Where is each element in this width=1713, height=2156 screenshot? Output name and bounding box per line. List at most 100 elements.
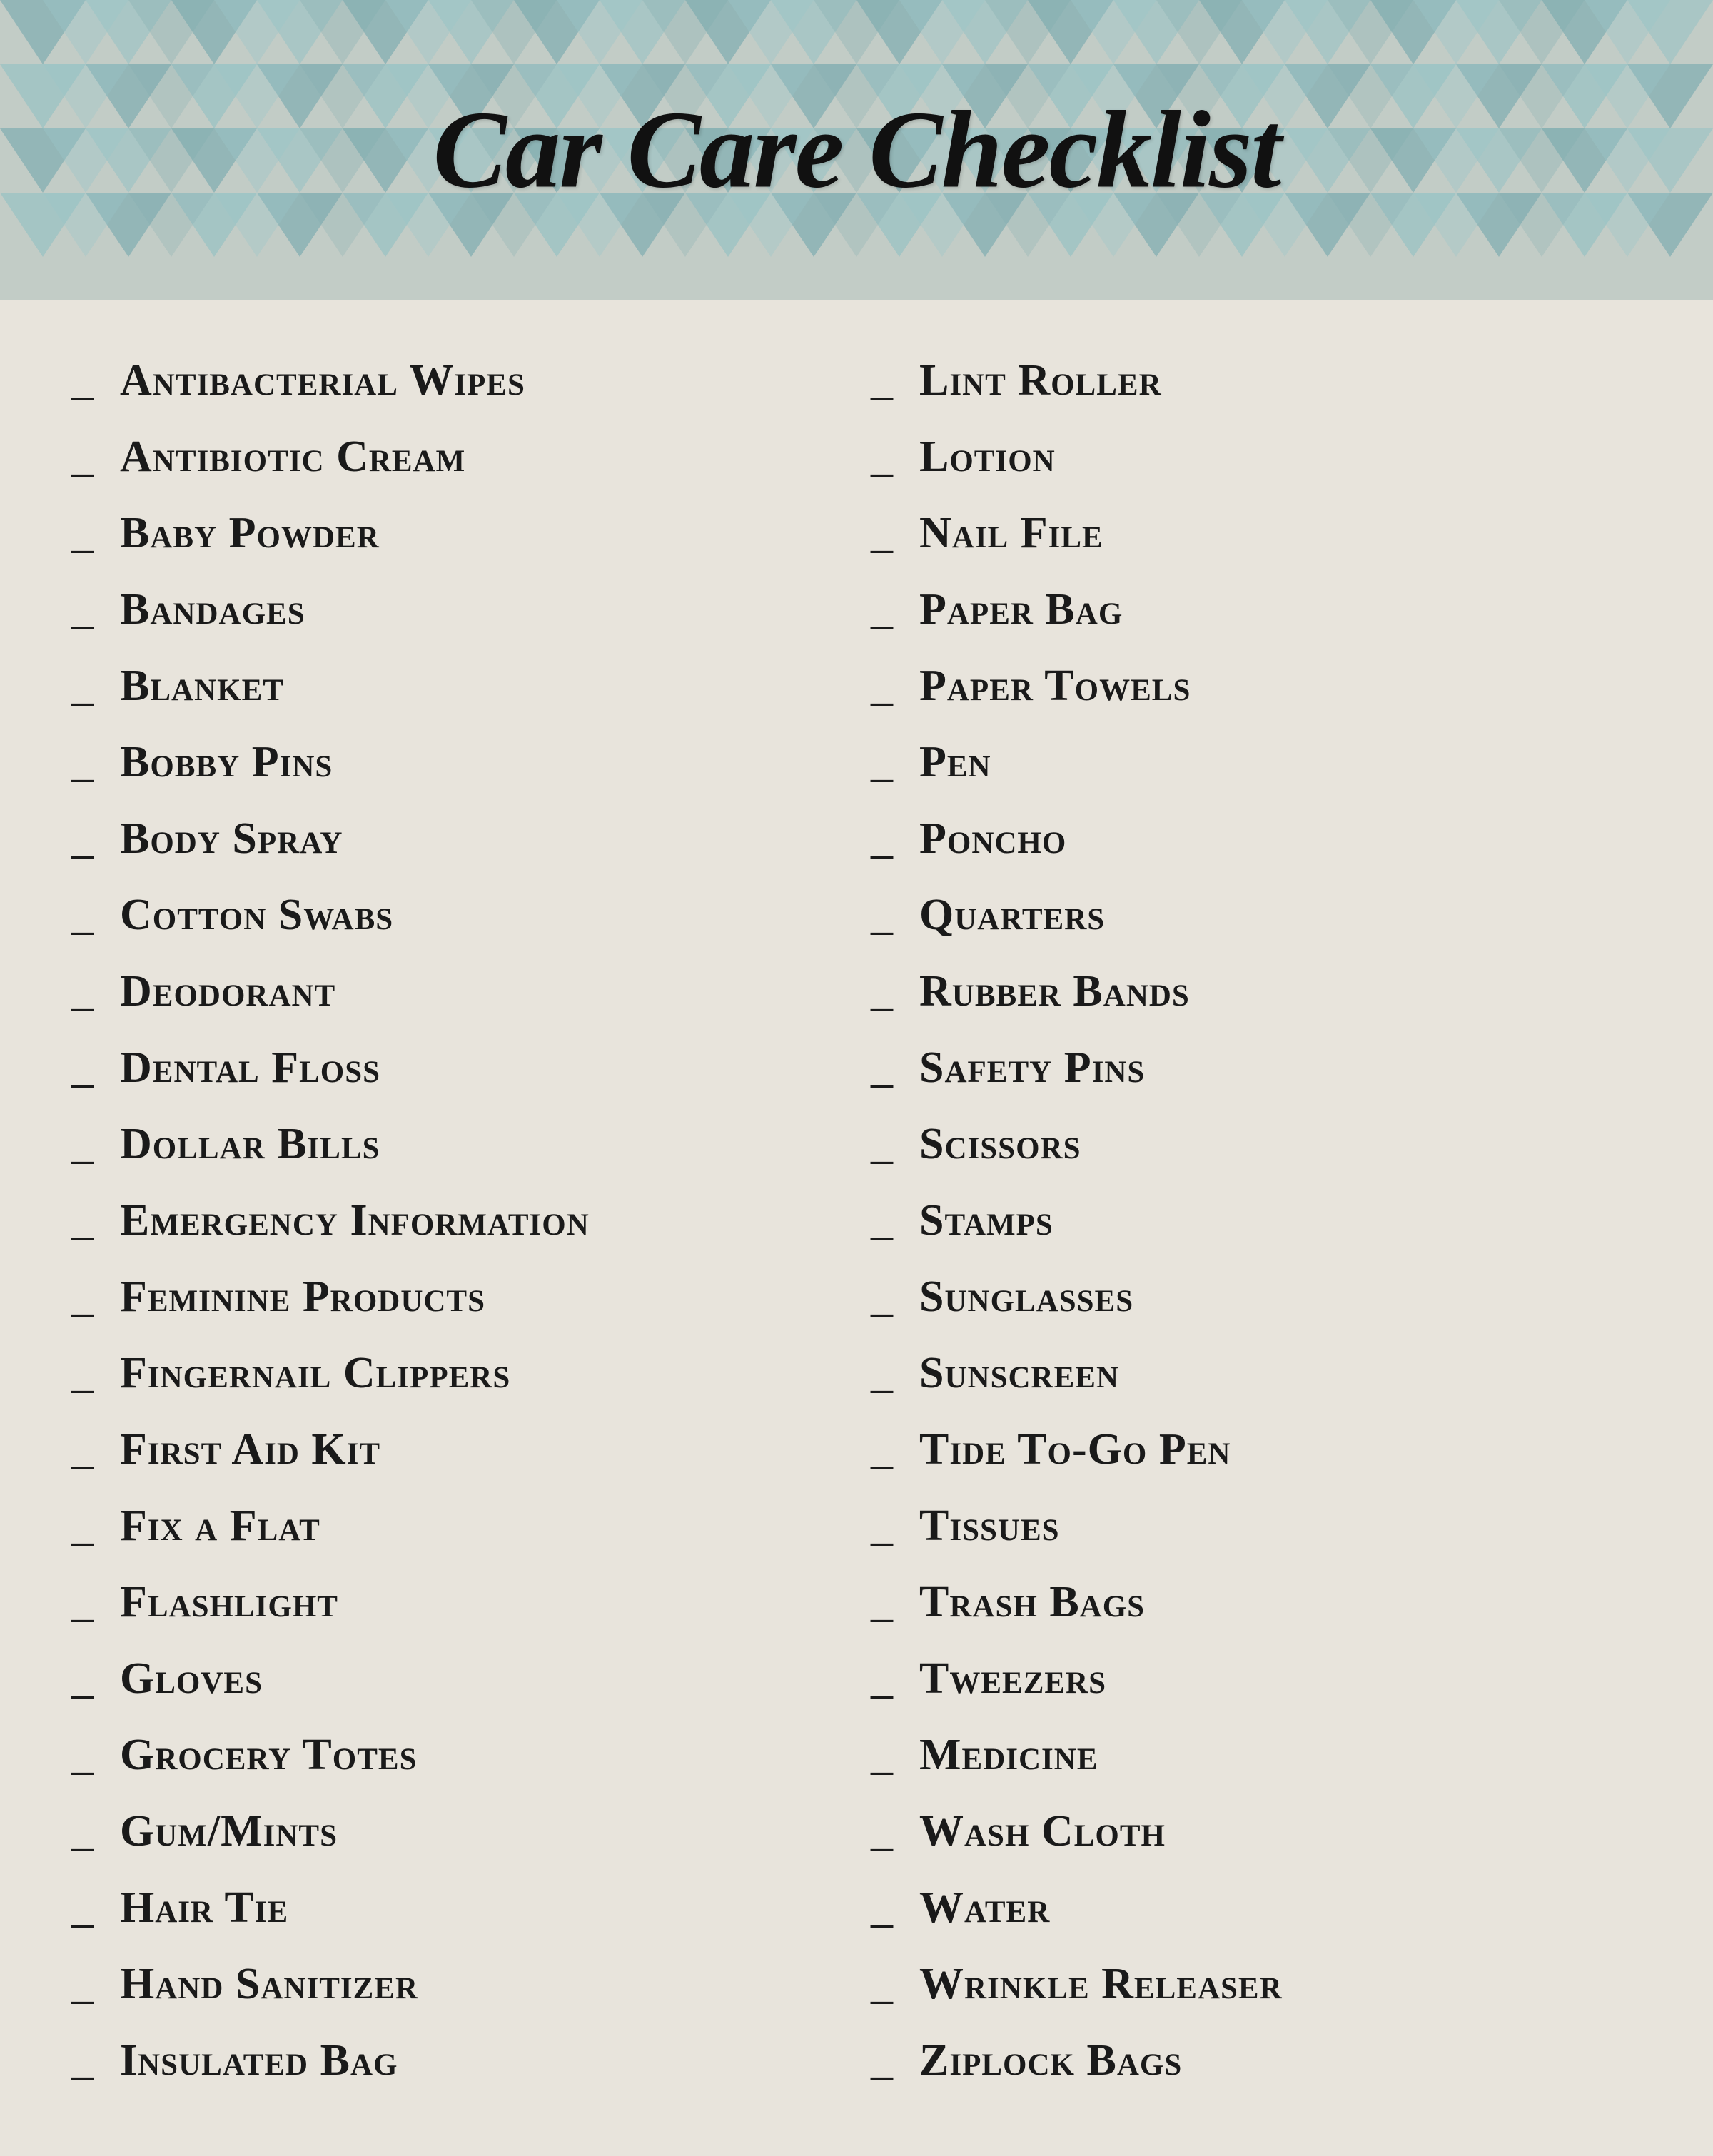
checkbox-placeholder[interactable]: _ — [871, 893, 914, 937]
item-label: Sunglasses — [919, 1272, 1133, 1322]
checkbox-placeholder[interactable]: _ — [871, 2038, 914, 2082]
checkbox-placeholder[interactable]: _ — [71, 1198, 114, 1243]
checkbox-placeholder[interactable]: _ — [71, 1046, 114, 1090]
item-label: Grocery Totes — [120, 1730, 418, 1781]
item-label: Hair Tie — [120, 1883, 288, 1933]
item-label: Blanket — [120, 661, 284, 712]
checkbox-placeholder[interactable]: _ — [871, 1504, 914, 1548]
checkbox-placeholder[interactable]: _ — [71, 1656, 114, 1701]
checkbox-placeholder[interactable]: _ — [871, 1886, 914, 1930]
checkbox-placeholder[interactable]: _ — [71, 435, 114, 479]
checkbox-placeholder[interactable]: _ — [71, 1962, 114, 2006]
left-column: _ Antibacterial Wipes_ Antibiotic Cream_… — [57, 343, 856, 2099]
checkbox-placeholder[interactable]: _ — [71, 1351, 114, 1395]
checkbox-placeholder[interactable]: _ — [71, 1275, 114, 1319]
item-label: Sunscreen — [919, 1348, 1119, 1399]
checkbox-placeholder[interactable]: _ — [871, 1122, 914, 1166]
item-label: Hand Sanitizer — [120, 1959, 418, 2010]
list-item: _ Poncho — [856, 801, 1656, 877]
checkbox-placeholder[interactable]: _ — [71, 816, 114, 861]
list-item: _ Scissors — [856, 1106, 1656, 1183]
list-item: _ Dollar Bills — [57, 1106, 856, 1183]
item-label: Poncho — [919, 814, 1066, 864]
list-item: _ Fingernail Clippers — [57, 1335, 856, 1412]
item-label: Emergency Information — [120, 1195, 590, 1246]
checkbox-placeholder[interactable]: _ — [71, 358, 114, 403]
item-label: Antibiotic Cream — [120, 432, 465, 482]
checkbox-placeholder[interactable]: _ — [71, 1580, 114, 1624]
checkbox-placeholder[interactable]: _ — [71, 893, 114, 937]
checkbox-placeholder[interactable]: _ — [71, 587, 114, 632]
checkbox-placeholder[interactable]: _ — [71, 1733, 114, 1777]
list-item: _ Fix a Flat — [57, 1488, 856, 1564]
checkbox-placeholder[interactable]: _ — [71, 1122, 114, 1166]
list-item: _ Deodorant — [57, 953, 856, 1030]
checkbox-placeholder[interactable]: _ — [871, 969, 914, 1013]
list-item: _ Dental Floss — [57, 1030, 856, 1106]
checkbox-placeholder[interactable]: _ — [871, 664, 914, 708]
checkbox-placeholder[interactable]: _ — [871, 1733, 914, 1777]
item-label: Flashlight — [120, 1577, 338, 1628]
item-label: Insulated Bag — [120, 2035, 398, 2086]
list-item: _ Paper Towels — [856, 648, 1656, 724]
list-item: _ Paper Bag — [856, 572, 1656, 648]
checkbox-placeholder[interactable]: _ — [871, 1809, 914, 1853]
checkbox-placeholder[interactable]: _ — [71, 2038, 114, 2082]
list-item: _ Tissues — [856, 1488, 1656, 1564]
checkbox-placeholder[interactable]: _ — [871, 1046, 914, 1090]
checkbox-placeholder[interactable]: _ — [871, 1198, 914, 1243]
item-label: Tweezers — [919, 1654, 1106, 1704]
checkbox-placeholder[interactable]: _ — [871, 1427, 914, 1472]
item-label: Trash Bags — [919, 1577, 1145, 1628]
checkbox-placeholder[interactable]: _ — [871, 1962, 914, 2006]
list-item: _ Bandages — [57, 572, 856, 648]
list-item: _ Grocery Totes — [57, 1717, 856, 1793]
checkbox-placeholder[interactable]: _ — [871, 1275, 914, 1319]
list-item: _ Nail File — [856, 495, 1656, 572]
item-label: Paper Towels — [919, 661, 1191, 712]
checkbox-placeholder[interactable]: _ — [71, 740, 114, 784]
list-item: _ Tide To-Go Pen — [856, 1412, 1656, 1488]
checkbox-placeholder[interactable]: _ — [871, 435, 914, 479]
item-label: Gum/Mints — [120, 1806, 338, 1857]
item-label: Medicine — [919, 1730, 1098, 1781]
item-label: Safety Pins — [919, 1043, 1145, 1093]
checkbox-placeholder[interactable]: _ — [871, 511, 914, 555]
checkbox-placeholder[interactable]: _ — [871, 358, 914, 403]
checkbox-placeholder[interactable]: _ — [71, 664, 114, 708]
checkbox-placeholder[interactable]: _ — [871, 1351, 914, 1395]
list-item: _ Quarters — [856, 877, 1656, 953]
checkbox-placeholder[interactable]: _ — [871, 816, 914, 861]
checkbox-placeholder[interactable]: _ — [871, 740, 914, 784]
list-item: _ Emergency Information — [57, 1183, 856, 1259]
list-item: _ Tweezers — [856, 1641, 1656, 1717]
checkbox-placeholder[interactable]: _ — [71, 1809, 114, 1853]
checkbox-placeholder[interactable]: _ — [71, 969, 114, 1013]
checkbox-placeholder[interactable]: _ — [71, 511, 114, 555]
item-label: Wrinkle Releaser — [919, 1959, 1283, 2010]
item-label: Gloves — [120, 1654, 263, 1704]
list-item: _ Gloves — [57, 1641, 856, 1717]
item-label: Dollar Bills — [120, 1119, 380, 1170]
list-item: _ Body Spray — [57, 801, 856, 877]
list-item: _ First Aid Kit — [57, 1412, 856, 1488]
checkbox-placeholder[interactable]: _ — [71, 1427, 114, 1472]
checkbox-placeholder[interactable]: _ — [71, 1886, 114, 1930]
item-label: Wash Cloth — [919, 1806, 1166, 1857]
item-label: Tide To-Go Pen — [919, 1424, 1231, 1475]
item-label: Fix a Flat — [120, 1501, 320, 1552]
item-label: Scissors — [919, 1119, 1081, 1170]
list-item: _ Sunglasses — [856, 1259, 1656, 1335]
list-item: _ Wash Cloth — [856, 1793, 1656, 1870]
item-label: Paper Bag — [919, 584, 1123, 635]
checkbox-placeholder[interactable]: _ — [71, 1504, 114, 1548]
list-item: _ Sunscreen — [856, 1335, 1656, 1412]
item-label: Stamps — [919, 1195, 1053, 1246]
list-item: _ Medicine — [856, 1717, 1656, 1793]
list-item: _ Feminine Products — [57, 1259, 856, 1335]
list-item: _ Safety Pins — [856, 1030, 1656, 1106]
list-item: _ Cotton Swabs — [57, 877, 856, 953]
checkbox-placeholder[interactable]: _ — [871, 1656, 914, 1701]
checkbox-placeholder[interactable]: _ — [871, 1580, 914, 1624]
checkbox-placeholder[interactable]: _ — [871, 587, 914, 632]
